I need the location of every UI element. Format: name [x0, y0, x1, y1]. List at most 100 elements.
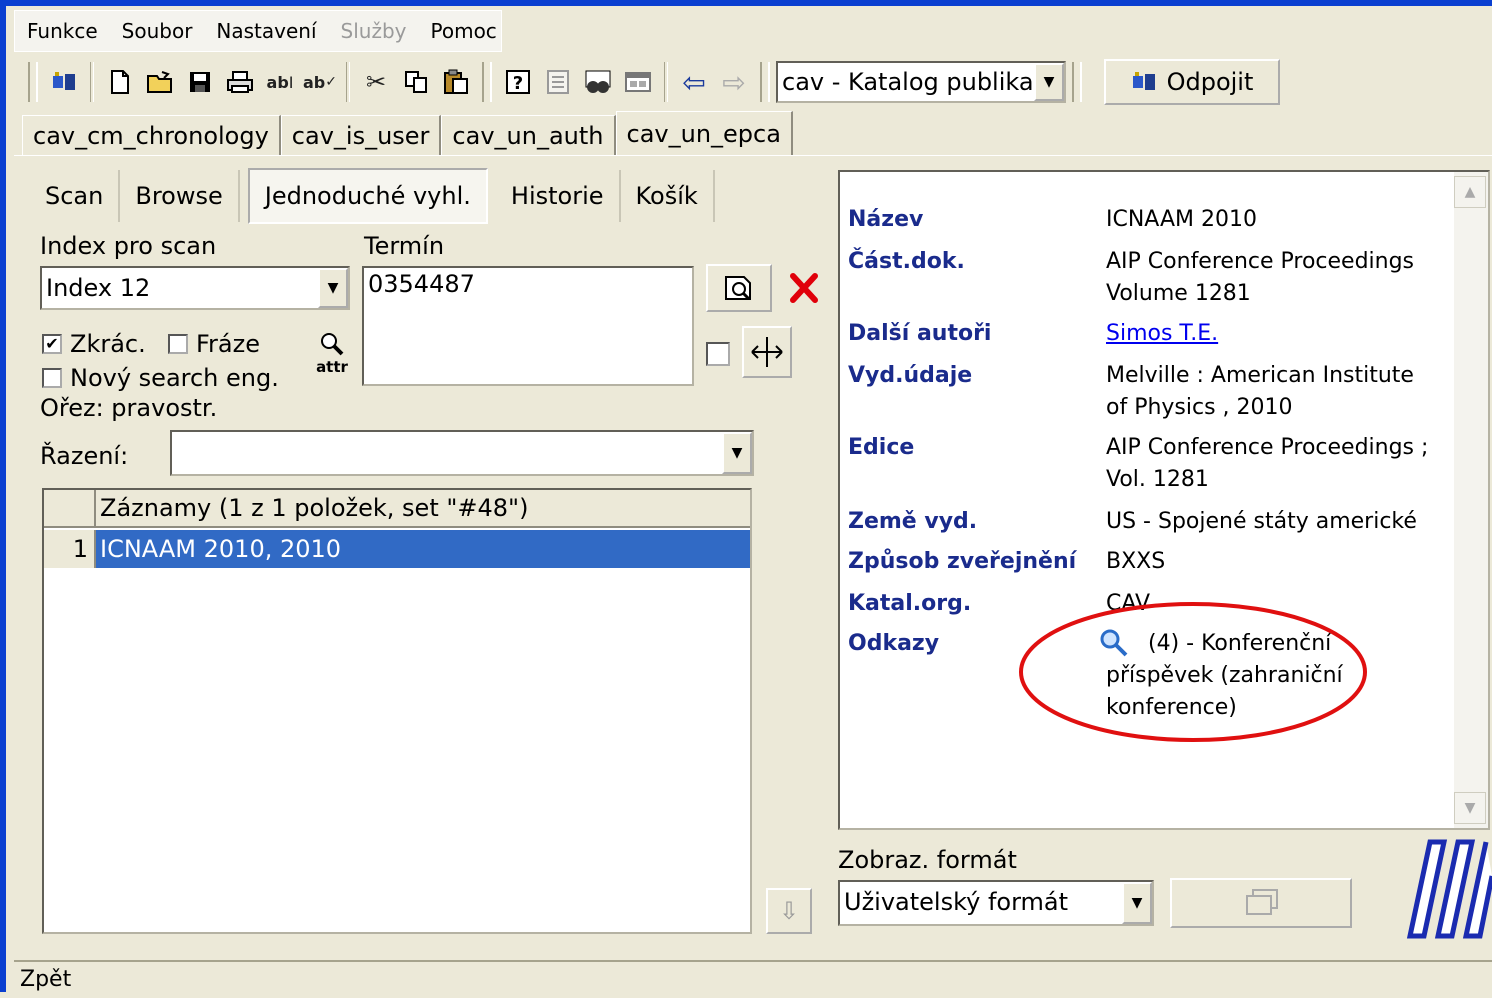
find-replace-icon[interactable]: ab I	[260, 60, 300, 104]
term-input[interactable]: 0354487	[362, 266, 694, 386]
index-label: Index pro scan	[40, 232, 217, 260]
menu-pomoc[interactable]: Pomoc	[419, 11, 509, 51]
toolbar-separator	[482, 62, 492, 102]
novy-search-option[interactable]: Nový search eng.	[42, 364, 279, 392]
database-tabs: cav_cm_chronology cav_is_user cav_un_aut…	[22, 111, 793, 155]
magnifier-icon	[321, 333, 344, 356]
format-label: Zobraz. formát	[838, 846, 1017, 874]
chevron-down-icon[interactable]: ▼	[1122, 882, 1152, 924]
detail-field: Část.dok.	[848, 246, 965, 278]
detail-value-line: of Physics , 2010	[1106, 395, 1293, 420]
form-icon[interactable]	[538, 60, 578, 104]
subtab-simple-search[interactable]: Jednoduché vyhl.	[247, 168, 488, 224]
detail-field-value[interactable]: Simos T.E.	[1106, 318, 1466, 350]
detail-value-line: BXXS	[1106, 549, 1166, 574]
detail-field-value: US - Spojené státy americké	[1106, 506, 1466, 538]
term-input-value: 0354487	[368, 270, 475, 298]
format-select[interactable]: Uživatelský formát ▼	[838, 880, 1154, 926]
menu-funkce[interactable]: Funkce	[15, 11, 110, 51]
disconnect-button[interactable]: Odpojit	[1104, 59, 1280, 105]
scroll-down-icon[interactable]: ▼	[1454, 792, 1486, 824]
row-value[interactable]: ICNAAM 2010, 2010	[96, 530, 750, 568]
magnifier-icon[interactable]	[1098, 627, 1130, 659]
detail-field-label: Edice	[848, 435, 915, 460]
print-icon[interactable]	[220, 60, 260, 104]
window-layout-icon[interactable]	[618, 60, 658, 104]
cut-icon[interactable]: ✂	[356, 60, 396, 104]
toolbar-separator	[1072, 62, 1082, 102]
subtab-basket[interactable]: Košík	[621, 170, 715, 222]
connect-icon[interactable]	[44, 60, 84, 104]
zkrac-label: Zkrác.	[70, 330, 146, 358]
help-icon[interactable]: ?	[498, 60, 538, 104]
index-select[interactable]: Index 12 ▼	[40, 266, 350, 310]
toolbar: ab I ab ✓ ✂ ? ⇦ ⇨ cav - Katalog publika ▼ …	[22, 55, 1484, 109]
copy-icon[interactable]	[396, 60, 436, 104]
detail-field: Vyd.údaje	[848, 360, 972, 392]
search-button[interactable]	[706, 264, 772, 312]
clear-button[interactable]	[782, 264, 826, 312]
detail-field-label: Katal.org.	[848, 591, 972, 616]
detail-field: Název	[848, 204, 923, 236]
detail-value-line: Volume 1281	[1106, 281, 1251, 306]
fraze-label: Fráze	[196, 330, 260, 358]
window-frame-top	[0, 0, 1492, 6]
fraze-checkbox[interactable]	[168, 334, 188, 354]
detail-value-line: Vol. 1281	[1106, 467, 1209, 492]
extra-checkbox[interactable]	[706, 342, 730, 366]
detail-field-value: BXXS	[1106, 546, 1466, 578]
novy-search-checkbox[interactable]	[42, 368, 62, 388]
menu-bar: Funkce Soubor Nastavení Služby Pomoc	[14, 10, 502, 52]
attr-button[interactable]: attr	[312, 330, 352, 376]
scroll-up-icon[interactable]: ▲	[1454, 176, 1486, 208]
detail-field-value: Melville : American Institute of Physics …	[1106, 360, 1466, 424]
new-document-icon[interactable]	[100, 60, 140, 104]
zkrac-option[interactable]: ✔ Zkrác.	[42, 330, 146, 358]
detail-field: Edice	[848, 432, 914, 464]
extra-checkbox-wrap	[706, 342, 730, 366]
detail-field-value: AIP Conference Proceedings ; Vol. 1281	[1106, 432, 1466, 496]
spellcheck-icon[interactable]: ab ✓	[300, 60, 340, 104]
detail-value-line: ICNAAM 2010	[1106, 207, 1257, 232]
split-button[interactable]	[742, 326, 792, 378]
catalog-select-value: cav - Katalog publika	[782, 68, 1034, 96]
detail-field: Další autoři	[848, 318, 991, 350]
chevron-down-icon[interactable]: ▼	[722, 432, 752, 474]
tab-cav-un-auth[interactable]: cav_un_auth	[441, 115, 616, 155]
tab-cav-is-user[interactable]: cav_is_user	[280, 115, 442, 155]
catalog-select[interactable]: cav - Katalog publika ▼	[776, 61, 1066, 103]
detail-field-label: Země vyd.	[848, 509, 978, 534]
resize-arrows-icon	[751, 337, 783, 367]
chevron-down-icon[interactable]: ▼	[1034, 63, 1064, 101]
back-arrow-icon[interactable]: ⇦	[674, 60, 714, 104]
record-detail-panel: Název ICNAAM 2010 Část.dok. AIP Conference …	[838, 170, 1490, 830]
subtab-browse[interactable]: Browse	[120, 170, 240, 222]
author-link[interactable]: Simos T.E.	[1106, 318, 1466, 350]
status-text: Zpět	[20, 967, 72, 992]
table-row[interactable]: 1 ICNAAM 2010, 2010	[44, 530, 750, 568]
tab-cav-un-epca[interactable]: cav_un_epca	[615, 111, 793, 155]
close-icon	[790, 273, 818, 303]
tab-cav-cm-chronology[interactable]: cav_cm_chronology	[22, 115, 281, 155]
detail-scrollbar[interactable]: ▲ ▼	[1454, 172, 1488, 828]
menu-soubor[interactable]: Soubor	[110, 11, 205, 51]
detail-value-line: AIP Conference Proceedings ;	[1106, 435, 1429, 460]
detail-field-value: AIP Conference Proceedings Volume 1281	[1106, 246, 1466, 310]
subtab-history[interactable]: Historie	[496, 170, 621, 222]
grid-header-title[interactable]: Záznamy (1 z 1 položek, set "#48")	[96, 490, 750, 528]
open-folder-icon[interactable]	[140, 60, 180, 104]
detail-field: Země vyd.	[848, 506, 977, 538]
zkrac-checkbox[interactable]: ✔	[42, 334, 62, 354]
subtab-scan[interactable]: Scan	[30, 170, 121, 222]
menu-nastaveni[interactable]: Nastavení	[204, 11, 328, 51]
chevron-down-icon[interactable]: ▼	[318, 268, 348, 308]
window-frame-left	[0, 0, 6, 992]
row-number: 1	[44, 530, 96, 568]
save-icon[interactable]	[180, 60, 220, 104]
fraze-option[interactable]: Fráze	[168, 330, 260, 358]
razeni-select[interactable]: ▼	[170, 430, 754, 476]
binoculars-icon[interactable]	[578, 60, 618, 104]
search-mode-tabs: Scan Browse Jednoduché vyhl. Historie Ko…	[30, 168, 715, 224]
paste-icon[interactable]	[436, 60, 476, 104]
format-select-value: Uživatelský formát	[844, 888, 1069, 916]
